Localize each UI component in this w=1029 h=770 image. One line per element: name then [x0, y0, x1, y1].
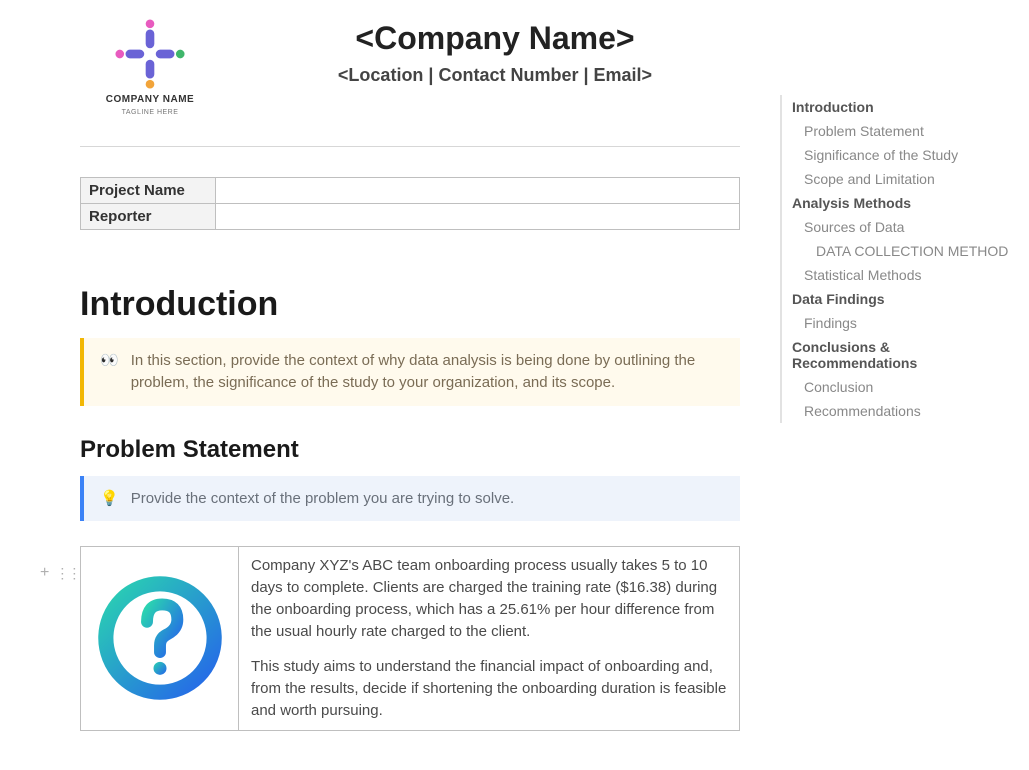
problem-body-paragraph: This study aims to understand the financ…: [251, 656, 727, 721]
introduction-heading: Introduction: [80, 285, 740, 324]
outline-item[interactable]: Significance of the Study: [782, 143, 1010, 167]
problem-callout: 💡 Provide the context of the problem you…: [80, 476, 740, 522]
outline-item[interactable]: Statistical Methods: [782, 263, 1010, 287]
problem-body-paragraph: Company XYZ's ABC team onboarding proces…: [251, 555, 727, 642]
outline-section[interactable]: Data Findings: [782, 287, 1010, 311]
outline-item[interactable]: DATA COLLECTION METHOD: [782, 239, 1010, 263]
problem-body-cell[interactable]: Company XYZ's ABC team onboarding proces…: [239, 547, 739, 729]
drag-handle-icon[interactable]: ⋮⋮: [55, 566, 79, 580]
meta-table-row: Project Name: [81, 178, 740, 204]
logo-block: COMPANY NAME TAGLINE HERE: [80, 18, 220, 116]
meta-table: Project NameReporter: [80, 177, 740, 230]
outline-item[interactable]: Sources of Data: [782, 215, 1010, 239]
outline-item[interactable]: Conclusion: [782, 375, 1010, 399]
problem-statement-heading: Problem Statement: [80, 436, 740, 464]
introduction-callout: 👀 In this section, provide the context o…: [80, 338, 740, 406]
question-mark-icon: [95, 573, 225, 703]
outline-section[interactable]: Introduction: [782, 95, 1010, 119]
company-subtitle: <Location | Contact Number | Email>: [250, 65, 740, 86]
eyes-icon: 👀: [100, 350, 119, 394]
outline-section[interactable]: Conclusions & Recommendations: [782, 335, 1010, 375]
outline-item[interactable]: Recommendations: [782, 399, 1010, 423]
introduction-callout-text: In this section, provide the context of …: [131, 350, 724, 394]
company-title: <Company Name>: [250, 20, 740, 57]
row-controls: + ⋮⋮: [40, 565, 79, 581]
company-logo-icon: [114, 18, 186, 90]
meta-table-row: Reporter: [81, 204, 740, 230]
problem-statement-block[interactable]: Company XYZ's ABC team onboarding proces…: [80, 546, 740, 730]
meta-table-value[interactable]: [216, 178, 740, 204]
logo-tagline-text: TAGLINE HERE: [122, 109, 179, 116]
document-outline: IntroductionProblem StatementSignificanc…: [780, 95, 1010, 423]
meta-table-label: Project Name: [81, 178, 216, 204]
meta-table-label: Reporter: [81, 204, 216, 230]
problem-callout-text: Provide the context of the problem you a…: [131, 488, 724, 510]
add-block-button[interactable]: +: [40, 565, 49, 581]
logo-name-text: COMPANY NAME: [106, 94, 194, 105]
outline-item[interactable]: Problem Statement: [782, 119, 1010, 143]
problem-icon-cell: [81, 547, 239, 729]
bulb-icon: 💡: [100, 488, 119, 510]
outline-section[interactable]: Analysis Methods: [782, 191, 1010, 215]
outline-item[interactable]: Findings: [782, 311, 1010, 335]
meta-table-value[interactable]: [216, 204, 740, 230]
title-block: <Company Name> <Location | Contact Numbe…: [250, 18, 740, 86]
outline-item[interactable]: Scope and Limitation: [782, 167, 1010, 191]
document-column: COMPANY NAME TAGLINE HERE <Company Name>…: [80, 0, 740, 731]
document-header: COMPANY NAME TAGLINE HERE <Company Name>…: [80, 18, 740, 116]
header-divider: [80, 146, 740, 147]
